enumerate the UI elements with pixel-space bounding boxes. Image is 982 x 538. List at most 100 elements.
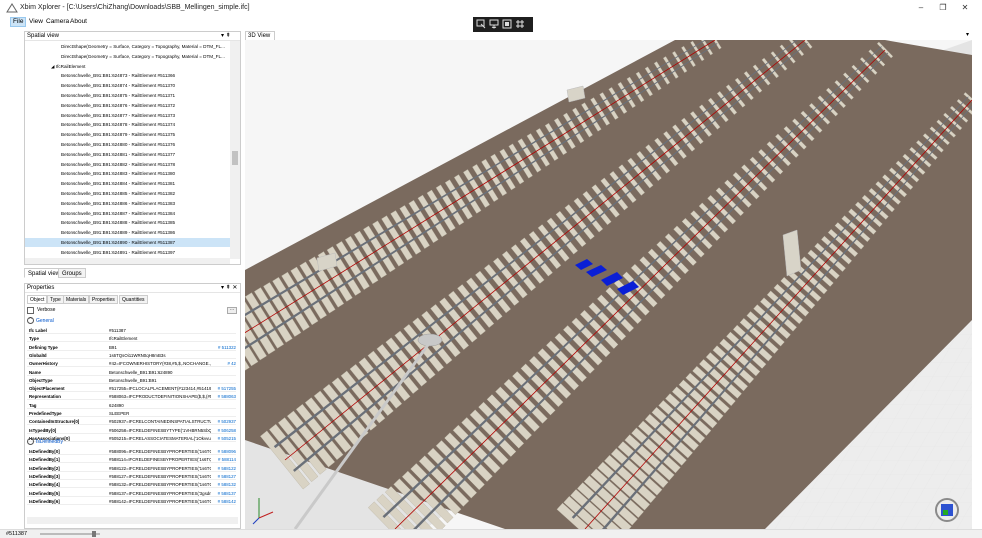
property-row: Tag 624890	[27, 402, 236, 409]
scroll-thumb[interactable]	[232, 151, 238, 165]
tree-item[interactable]: ◢ IfcRailElement	[25, 62, 230, 71]
property-link[interactable]: # 588127	[211, 473, 236, 479]
tree-item[interactable]: Betonschwelle_B91:B91:624888 - RailEleme…	[25, 218, 230, 227]
verbose-row: Verbose ⋯	[27, 306, 238, 315]
properties-title: Properties	[27, 285, 55, 291]
fit-view-icon[interactable]	[502, 19, 512, 29]
property-value: #588096=IFCRELDEFINESBYPROPERTIES('1s6TQ…	[109, 449, 211, 454]
property-row: GlobalId 1s6TQsOi11WRN0qH8mB3s	[27, 352, 236, 359]
menu-view[interactable]: View	[27, 17, 45, 27]
property-link[interactable]: # 588132	[211, 481, 236, 487]
property-name: Defining Type	[29, 344, 58, 350]
view-toolbar	[473, 17, 533, 32]
tree-item[interactable]: Betonschwelle_B91:B91:624875 - RailEleme…	[25, 91, 230, 100]
tab-properties[interactable]: Properties	[89, 295, 118, 304]
property-value: #588063=IFCPRODUCTDEFINITIONSHAPE($,$,(#…	[109, 394, 211, 400]
tree-item[interactable]: Betonschwelle_B91:B91:624891 - RailEleme…	[25, 248, 230, 257]
property-row: Defining Type B91 # 511322	[27, 344, 236, 351]
menu-file[interactable]: File	[10, 17, 27, 27]
tree-item[interactable]: Betonschwelle_B91:B91:624887 - RailEleme…	[25, 209, 230, 218]
tree-item[interactable]: Betonschwelle_B91:B91:624889 - RailEleme…	[25, 228, 230, 237]
verbose-checkbox[interactable]	[27, 307, 34, 314]
property-value: 1s6TQsOi11WRN0qH8mB3s	[109, 352, 166, 358]
tree-item[interactable]: DirectShape(Geometry = Surface, Category…	[25, 52, 230, 61]
tree-vertical-scrollbar[interactable]	[230, 41, 240, 259]
property-name: IsDefinedBy[5]	[29, 490, 60, 496]
property-link[interactable]: # 588114	[211, 456, 236, 462]
tab-object[interactable]: Object	[27, 295, 48, 304]
tree-item[interactable]: Betonschwelle_B91:B91:624890 - RailEleme…	[25, 238, 230, 247]
property-name: Name	[29, 369, 41, 375]
tree-horizontal-scrollbar[interactable]	[25, 258, 230, 264]
property-name: IsDefinedBy[6]	[29, 498, 60, 504]
property-link[interactable]: # 588096	[211, 448, 236, 454]
3d-scene[interactable]	[245, 40, 972, 529]
tree-item[interactable]: Betonschwelle_B91:B91:624873 - RailEleme…	[25, 71, 230, 80]
maximize-button[interactable]: ❐	[936, 3, 950, 13]
tree-item[interactable]: DirectShape(Geometry = Surface, Category…	[25, 42, 230, 51]
property-name: Tag	[29, 402, 37, 408]
property-name: Type	[29, 336, 39, 342]
properties-panel: Properties ▾ ⇞ ✕ Object Type Materials P…	[24, 283, 241, 529]
property-row: IsDefinedBy[2] #588122=IFCRELDEFINESBYPRO…	[27, 465, 236, 472]
tree-item[interactable]: Betonschwelle_B91:B91:624879 - RailEleme…	[25, 130, 230, 139]
property-row: Representation #588063=IFCPRODUCTDEFINITI…	[27, 393, 236, 401]
status-slider[interactable]	[40, 533, 100, 535]
tab-materials[interactable]: Materials	[63, 295, 90, 304]
property-link[interactable]: # 588142	[211, 498, 236, 504]
tree-item[interactable]: Betonschwelle_B91:B91:624877 - RailEleme…	[25, 111, 230, 120]
tab-3d-view[interactable]: 3D View	[245, 31, 275, 40]
property-link[interactable]: # 511322	[211, 344, 236, 350]
tab-quantities[interactable]: Quantities	[119, 295, 148, 304]
tree-item[interactable]: Betonschwelle_B91:B91:624884 - RailEleme…	[25, 179, 230, 188]
property-link[interactable]: # 502937	[211, 418, 236, 424]
tree-item[interactable]: Betonschwelle_B91:B91:624882 - RailEleme…	[25, 160, 230, 169]
3d-viewport[interactable]	[245, 40, 972, 529]
tab-type[interactable]: Type	[47, 295, 64, 304]
tree-item[interactable]: Betonschwelle_B91:B91:624881 - RailEleme…	[25, 150, 230, 159]
tab-groups[interactable]: Groups	[58, 268, 86, 278]
zoom-selected-icon[interactable]	[489, 19, 499, 29]
property-value: SLEEPER	[109, 411, 130, 416]
menu-about[interactable]: About	[68, 17, 89, 27]
options-button[interactable]: ⋯	[227, 307, 237, 314]
property-link[interactable]: # 588063	[211, 393, 236, 399]
properties-horizontal-scrollbar[interactable]	[27, 517, 238, 524]
pin-close-icons[interactable]: ▾ ⇞ ✕	[221, 284, 237, 293]
view-menu-icon[interactable]: ▾	[966, 31, 969, 38]
property-name: IsDefinedBy[1]	[29, 457, 60, 463]
tree-item[interactable]: Betonschwelle_B91:B91:624878 - RailEleme…	[25, 120, 230, 129]
property-row: IsTypedBy[0] #506258=IFCRELDEFINESBYTYPE(…	[27, 427, 236, 434]
property-name: Ifc Label	[29, 328, 47, 333]
isdefinedby-group-header[interactable]: ^ IsDefinedBy	[27, 438, 63, 447]
property-value: Betonschwelle_B91:B91:624890	[109, 369, 173, 375]
property-value: #42=IFCOWNERHISTORY(#38,#5,$,.NOCHANGE.,…	[109, 361, 211, 367]
property-link[interactable]: # 42	[211, 360, 236, 366]
status-slider-knob[interactable]	[92, 531, 96, 537]
general-label: General	[36, 318, 54, 324]
title-bar: Xbim Xplorer - [C:\Users\ChiZhang\Downlo…	[0, 0, 982, 17]
tree-item[interactable]: Betonschwelle_B91:B91:624874 - RailEleme…	[25, 81, 230, 90]
property-row: IsDefinedBy[3] #588127=IFCRELDEFINESBYPRO…	[27, 473, 236, 480]
general-group-header[interactable]: ^ General	[27, 317, 54, 326]
tree-item[interactable]: Betonschwelle_B91:B91:624885 - RailEleme…	[25, 189, 230, 198]
tree-item[interactable]: Betonschwelle_B91:B91:624883 - RailEleme…	[25, 169, 230, 178]
collapse-icon[interactable]: ^	[27, 438, 34, 446]
collapse-icon[interactable]: ^	[27, 317, 34, 325]
property-name: IsDefinedBy[3]	[29, 473, 60, 479]
tree-item[interactable]: Betonschwelle_B91:B91:624886 - RailEleme…	[25, 199, 230, 208]
property-link[interactable]: # 506258	[211, 427, 236, 433]
pin-icon[interactable]: ▾ ⇞	[221, 32, 231, 41]
toggle-icon[interactable]	[515, 19, 525, 29]
property-link[interactable]: # 505215	[211, 435, 236, 441]
property-link[interactable]: # 588122	[211, 465, 236, 471]
tree-item[interactable]: Betonschwelle_B91:B91:624880 - RailEleme…	[25, 140, 230, 149]
spatial-view-header: Spatial view ▾ ⇞	[25, 32, 240, 41]
tree-item[interactable]: Betonschwelle_B91:B91:624876 - RailEleme…	[25, 101, 230, 110]
close-button[interactable]: ✕	[958, 3, 972, 13]
property-value: #588127=IFCRELDEFINESBYPROPERTIES('1s6TQ…	[109, 473, 211, 479]
property-link[interactable]: # 517255	[211, 385, 236, 391]
select-icon[interactable]	[476, 19, 486, 29]
property-link[interactable]: # 588137	[211, 490, 236, 496]
minimize-button[interactable]: –	[914, 3, 928, 13]
